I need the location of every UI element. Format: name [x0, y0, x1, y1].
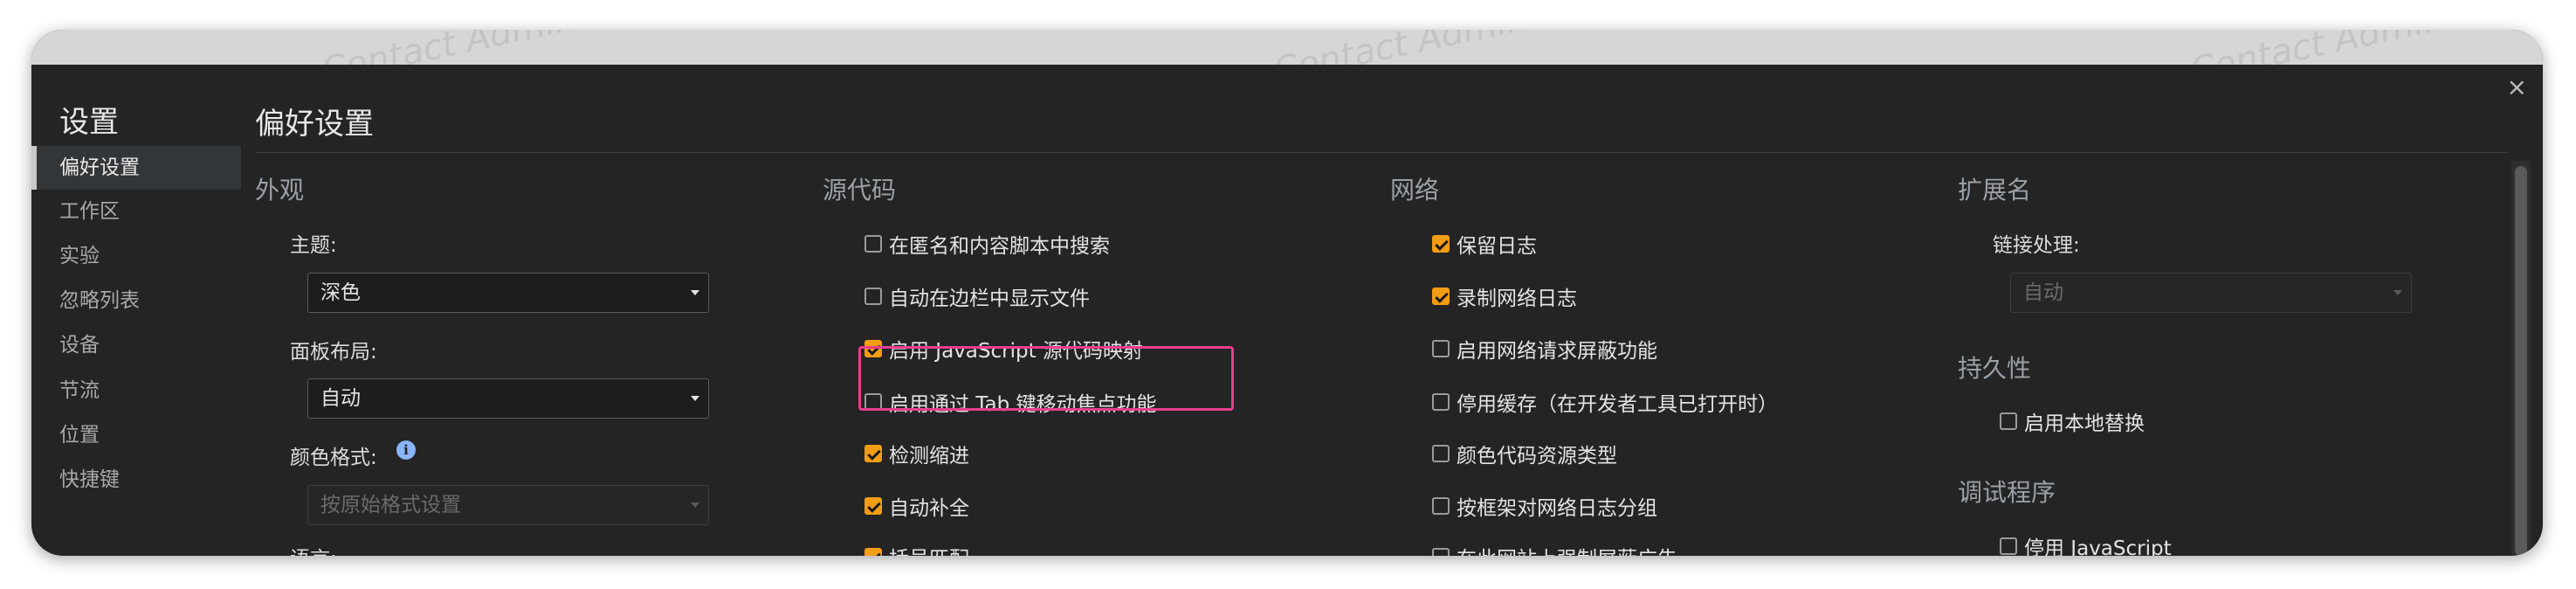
checkbox-label: 启用网络请求屏蔽功能 — [1457, 340, 1657, 363]
chevron-down-icon — [2393, 290, 2402, 295]
vertical-scrollbar[interactable] — [2511, 161, 2531, 556]
search-anonymous-checkbox-row[interactable]: 在匿名和内容脚本中搜索 — [864, 229, 1110, 259]
checkbox-label: 括号匹配 — [889, 542, 969, 556]
watermark: Contact Admin — [2187, 30, 2449, 65]
sidebar-item-shortcuts[interactable]: 快捷键 — [31, 458, 241, 502]
link-handling-select[interactable]: 自动 — [2010, 273, 2412, 313]
disable-javascript-checkbox-row[interactable]: 停用 JavaScript — [2000, 531, 2172, 556]
watermark: Contact Admin — [1270, 30, 1532, 65]
close-icon[interactable]: × — [2507, 75, 2527, 100]
sidebar-item-locations[interactable]: 位置 — [31, 413, 241, 457]
checkbox-checked[interactable] — [1432, 288, 1450, 305]
chevron-down-icon — [691, 396, 699, 401]
color-format-label: 颜色格式: — [290, 447, 377, 469]
section-network: 网络 — [1390, 176, 1440, 204]
record-network-log-checkbox-row[interactable]: 录制网络日志 — [1432, 281, 1577, 311]
checkbox-label: 启用本地替换 — [2024, 412, 2145, 435]
detect-indent-checkbox-row[interactable]: 检测缩进 — [864, 439, 969, 468]
theme-select[interactable]: 深色 — [307, 273, 709, 313]
group-by-frame-checkbox-row[interactable]: 按框架对网络日志分组 — [1432, 491, 1657, 521]
checkbox-label: 在此网站上强制屏蔽广告 — [1457, 542, 1677, 556]
sidebar-item-preferences[interactable]: 偏好设置 — [31, 146, 241, 190]
preserve-log-checkbox-row[interactable]: 保留日志 — [1432, 229, 1537, 259]
settings-window: Contact Admin Contact Admin Contact Admi… — [31, 30, 2543, 556]
checkbox-label: 按框架对网络日志分组 — [1457, 497, 1657, 520]
chevron-down-icon — [691, 290, 699, 295]
section-sources: 源代码 — [823, 176, 897, 204]
request-blocking-checkbox-row[interactable]: 启用网络请求屏蔽功能 — [1432, 334, 1657, 364]
checkbox[interactable] — [864, 288, 882, 305]
bracket-matching-checkbox-row[interactable]: 括号匹配 — [864, 542, 969, 556]
sidebar-item-workspace[interactable]: 工作区 — [31, 190, 241, 233]
checkbox-label: 检测缩进 — [889, 445, 969, 468]
title-bar: Contact Admin Contact Admin Contact Admi… — [31, 30, 2543, 65]
panel-layout-select-value: 自动 — [320, 387, 361, 410]
sidebar-item-throttling[interactable]: 节流 — [31, 369, 241, 412]
disable-cache-checkbox-row[interactable]: 停用缓存（在开发者工具已打开时） — [1432, 387, 1778, 417]
checkbox-label: 颜色代码资源类型 — [1457, 445, 1617, 468]
checkbox[interactable] — [1432, 548, 1450, 556]
checkbox-label: 录制网络日志 — [1457, 288, 1577, 310]
color-code-resources-checkbox-row[interactable]: 颜色代码资源类型 — [1432, 439, 1617, 468]
checkbox-label: 停用 JavaScript — [2024, 537, 2172, 556]
checkbox[interactable] — [2000, 412, 2017, 430]
sidebar-item-ignore-list[interactable]: 忽略列表 — [31, 279, 241, 322]
auto-reveal-checkbox-row[interactable]: 自动在边栏中显示文件 — [864, 281, 1090, 311]
checkbox-label: 自动补全 — [889, 497, 969, 520]
autocomplete-checkbox-row[interactable]: 自动补全 — [864, 491, 969, 521]
checkbox-checked[interactable] — [864, 445, 882, 462]
panel-layout-label: 面板布局: — [290, 341, 377, 364]
page-title: 偏好设置 — [255, 107, 374, 142]
section-extensions: 扩展名 — [1958, 176, 2032, 204]
color-format-select-value: 按原始格式设置 — [320, 494, 461, 516]
highlight-box — [858, 346, 1234, 411]
checkbox-label: 停用缓存（在开发者工具已打开时） — [1457, 393, 1778, 416]
checkbox-checked[interactable] — [864, 548, 882, 556]
language-label: 语言: — [290, 542, 337, 556]
sidebar-item-experiments[interactable]: 实验 — [31, 234, 241, 278]
checkbox[interactable] — [864, 235, 882, 253]
checkbox-label: 保留日志 — [1457, 235, 1537, 258]
link-handling-select-value: 自动 — [2023, 281, 2063, 304]
sidebar-title: 设置 — [59, 105, 119, 140]
checkbox[interactable] — [1432, 445, 1450, 462]
local-overrides-checkbox-row[interactable]: 启用本地替换 — [2000, 406, 2145, 436]
section-appearance: 外观 — [255, 176, 305, 204]
checkbox-checked[interactable] — [1432, 235, 1450, 253]
watermark: Contact Admin — [318, 30, 580, 65]
checkbox[interactable] — [2000, 537, 2017, 555]
checkbox-label: 在匿名和内容脚本中搜索 — [889, 235, 1110, 258]
checkbox[interactable] — [1432, 393, 1450, 411]
scrollbar-thumb[interactable] — [2515, 166, 2527, 556]
theme-select-value: 深色 — [320, 281, 361, 304]
section-persistence: 持久性 — [1958, 354, 2032, 383]
sidebar-item-devices[interactable]: 设备 — [31, 323, 241, 367]
checkbox-checked[interactable] — [864, 497, 882, 515]
info-icon[interactable]: i — [396, 440, 416, 460]
panel-layout-select[interactable]: 自动 — [307, 378, 709, 419]
link-handling-label: 链接处理: — [1993, 234, 2080, 257]
force-ad-blocking-checkbox-row[interactable]: 在此网站上强制屏蔽广告 — [1432, 542, 1677, 556]
color-format-select[interactable]: 按原始格式设置 — [307, 485, 709, 525]
chevron-down-icon — [691, 502, 699, 508]
header-divider — [255, 152, 2508, 153]
section-debugger: 调试程序 — [1958, 478, 2056, 507]
theme-label: 主题: — [290, 234, 337, 257]
checkbox-label: 自动在边栏中显示文件 — [889, 288, 1090, 310]
checkbox[interactable] — [1432, 340, 1450, 357]
checkbox[interactable] — [1432, 497, 1450, 515]
